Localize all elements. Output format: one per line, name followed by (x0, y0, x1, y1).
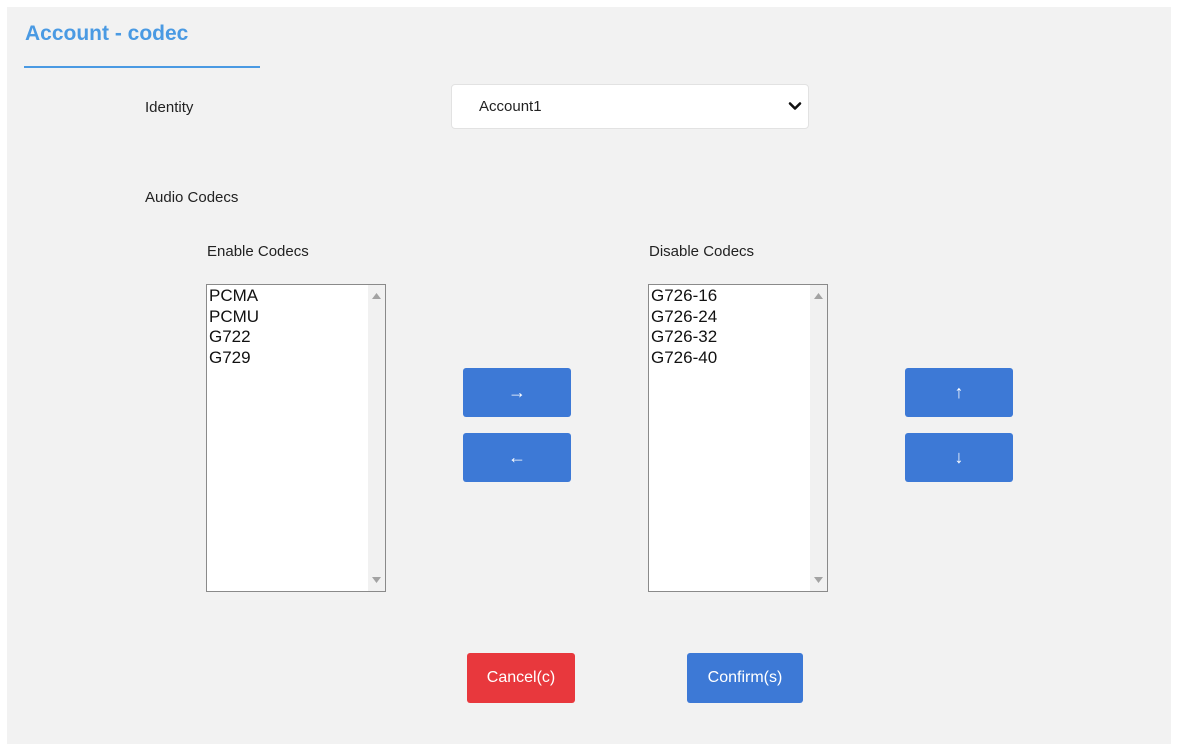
disable-list-scrollbar[interactable] (810, 285, 827, 591)
page-title: Account - codec (25, 22, 189, 45)
identity-select-value: Account1 (479, 98, 542, 115)
scroll-up-icon[interactable] (814, 293, 823, 299)
list-item[interactable]: PCMA (209, 286, 368, 307)
enable-codecs-list[interactable]: PCMA PCMU G722 G729 (206, 284, 386, 592)
scroll-down-icon[interactable] (372, 577, 381, 583)
list-item[interactable]: G726-16 (651, 286, 810, 307)
enable-codecs-label: Enable Codecs (207, 243, 309, 260)
list-item[interactable]: G726-32 (651, 327, 810, 348)
disable-codecs-list[interactable]: G726-16 G726-24 G726-32 G726-40 (648, 284, 828, 592)
list-item[interactable]: G722 (209, 327, 368, 348)
audio-codecs-label: Audio Codecs (145, 189, 239, 206)
scroll-down-icon[interactable] (814, 577, 823, 583)
list-item[interactable]: G726-24 (651, 307, 810, 328)
confirm-button[interactable]: Confirm(s) (687, 653, 803, 703)
cancel-button[interactable]: Cancel(c) (467, 653, 575, 703)
move-right-button[interactable]: → (463, 368, 571, 417)
list-item[interactable]: G726-40 (651, 348, 810, 369)
identity-label: Identity (145, 99, 194, 116)
chevron-down-icon (788, 102, 802, 110)
list-item[interactable]: G729 (209, 348, 368, 369)
enable-list-scrollbar[interactable] (368, 285, 385, 591)
move-down-button[interactable]: ↓ (905, 433, 1013, 482)
move-up-button[interactable]: ↑ (905, 368, 1013, 417)
disable-codecs-label: Disable Codecs (649, 243, 755, 260)
identity-select[interactable]: Account1 (451, 84, 809, 129)
title-underline (24, 66, 260, 68)
scroll-up-icon[interactable] (372, 293, 381, 299)
move-left-button[interactable]: ← (463, 433, 571, 482)
list-item[interactable]: PCMU (209, 307, 368, 328)
